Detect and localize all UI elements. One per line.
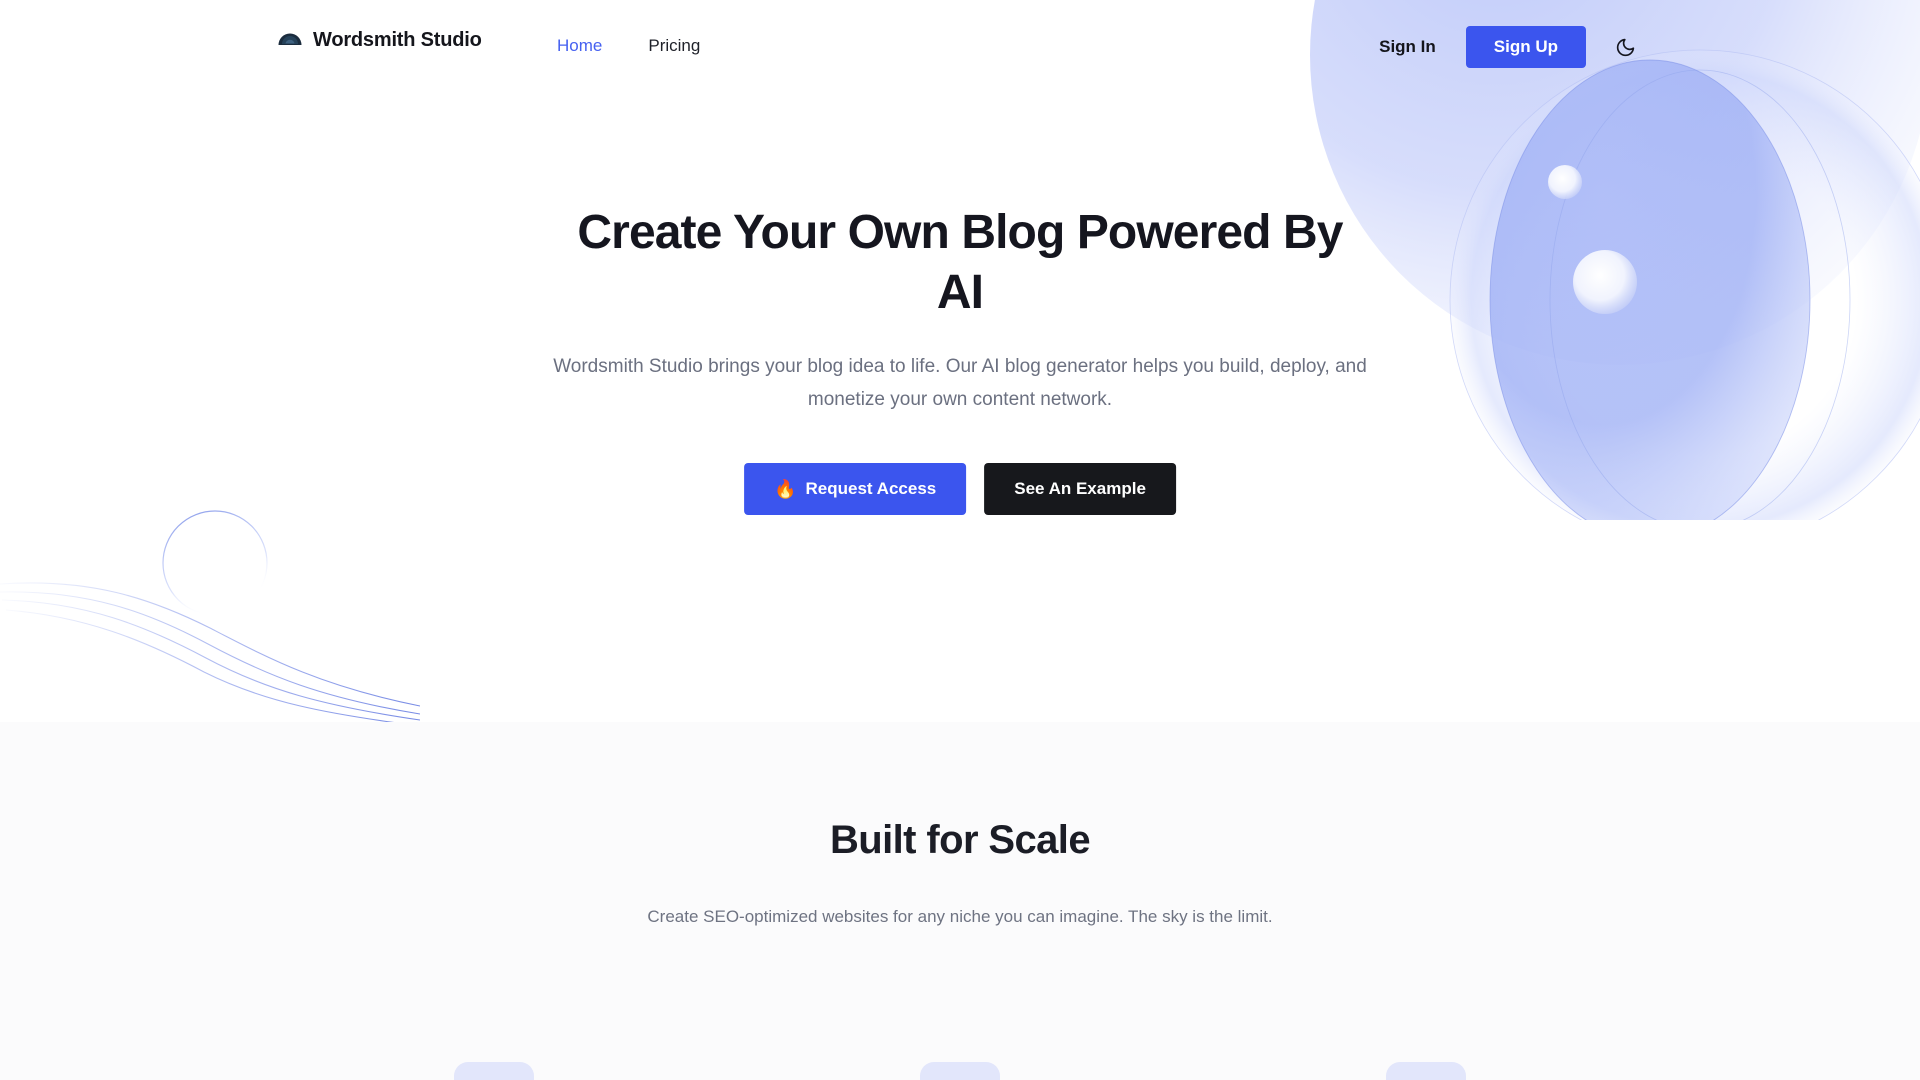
request-access-button[interactable]: 🔥 Request Access bbox=[744, 463, 967, 515]
scale-section-title: Built for Scale bbox=[830, 818, 1091, 862]
feature-tile-layout[interactable] bbox=[454, 1062, 534, 1080]
top-navbar: Wordsmith Studio Home Pricing Sign In Si… bbox=[0, 0, 1920, 94]
built-for-scale-section: Built for Scale Create SEO-optimized web… bbox=[0, 722, 1920, 1080]
scale-section-subtitle: Create SEO-optimized websites for any ni… bbox=[647, 907, 1273, 926]
brand-name: Wordsmith Studio bbox=[313, 28, 482, 51]
hero-cta-group: 🔥 Request Access See An Example bbox=[744, 463, 1176, 515]
dome-logo-icon bbox=[278, 33, 302, 45]
landing-page: Wordsmith Studio Home Pricing Sign In Si… bbox=[0, 0, 1920, 1080]
sign-up-button[interactable]: Sign Up bbox=[1465, 26, 1586, 68]
brand-logo-link[interactable]: Wordsmith Studio bbox=[277, 26, 482, 54]
moon-icon bbox=[1616, 38, 1634, 56]
feature-tile-rocket[interactable] bbox=[920, 1062, 1000, 1080]
page-title: Create Your Own Blog Powered By AI bbox=[577, 206, 1343, 319]
nav-actions: Sign In Sign Up bbox=[1379, 26, 1642, 68]
nav-link-pricing[interactable]: Pricing bbox=[648, 36, 700, 56]
nav-link-home[interactable]: Home bbox=[557, 36, 602, 56]
dark-mode-toggle-button[interactable] bbox=[1608, 30, 1642, 64]
see-an-example-button[interactable]: See An Example bbox=[984, 463, 1176, 515]
nav-links: Home Pricing bbox=[557, 36, 700, 56]
see-an-example-label: See An Example bbox=[1014, 479, 1146, 498]
fire-icon: 🔥 bbox=[774, 479, 797, 499]
wave-lines-decoration bbox=[0, 510, 420, 722]
feature-tile-network[interactable] bbox=[1386, 1062, 1466, 1080]
hero-section: Wordsmith Studio Home Pricing Sign In Si… bbox=[0, 0, 1920, 722]
feature-icon-row bbox=[0, 1062, 1920, 1080]
sign-in-link[interactable]: Sign In bbox=[1379, 27, 1436, 67]
request-access-label: Request Access bbox=[805, 479, 937, 498]
hero-subtitle: Wordsmith Studio brings your blog idea t… bbox=[553, 356, 1367, 410]
